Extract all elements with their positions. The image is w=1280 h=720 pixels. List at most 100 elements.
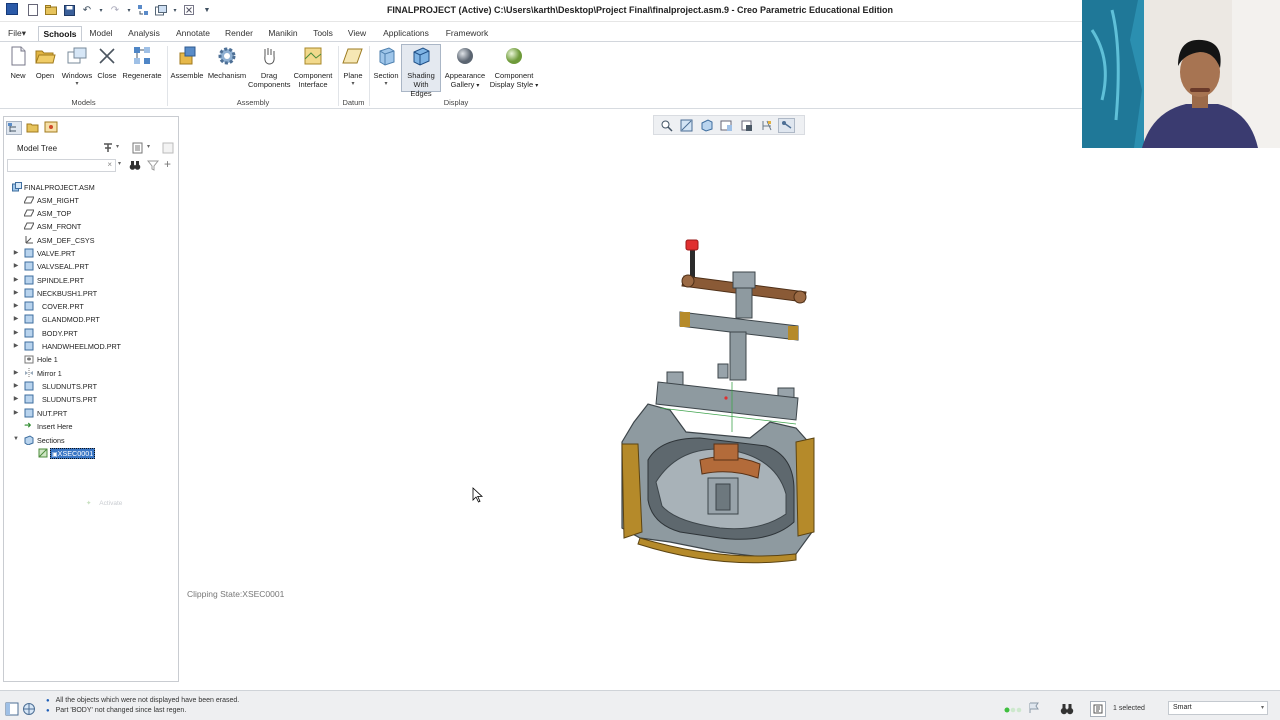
clear-search-icon[interactable]: × bbox=[107, 160, 112, 169]
valve-model-render[interactable] bbox=[600, 232, 830, 572]
tree-item-insert-here[interactable]: ➜ Insert Here bbox=[4, 421, 178, 433]
tab-tools[interactable]: Tools bbox=[310, 26, 336, 41]
tree-item-label: COVER.PRT bbox=[42, 302, 84, 311]
filter-icon[interactable] bbox=[146, 159, 160, 171]
selection-buffer-icon[interactable] bbox=[1090, 701, 1106, 717]
expand-arrow-icon[interactable]: ▶ bbox=[12, 276, 20, 283]
tree-item-part[interactable]: ▶ VALVE.PRT bbox=[4, 248, 178, 260]
regenerate-button[interactable]: Regenerate bbox=[121, 45, 163, 80]
chevron-down-icon[interactable]: ▾ bbox=[118, 160, 121, 167]
show-icon[interactable] bbox=[132, 142, 144, 154]
tree-item-part[interactable]: ▶ NUT.PRT bbox=[4, 408, 178, 420]
appearance-gallery-button[interactable]: Appearance Gallery ▾ bbox=[443, 45, 487, 91]
tab-view[interactable]: View bbox=[344, 26, 370, 41]
expand-arrow-icon[interactable]: ▶ bbox=[12, 342, 20, 349]
expand-arrow-icon[interactable]: ▶ bbox=[12, 315, 20, 322]
component-display-style-button[interactable]: Component Display Style ▾ bbox=[488, 45, 540, 91]
tree-item-sections[interactable]: ▼ Sections bbox=[4, 435, 178, 447]
plane-button[interactable]: Plane ▾ bbox=[340, 45, 366, 89]
expand-arrow-icon[interactable]: ▶ bbox=[12, 289, 20, 296]
browser-toggle-icon[interactable] bbox=[22, 702, 36, 716]
expand-arrow-icon[interactable]: ▶ bbox=[12, 262, 20, 269]
saved-orientations-icon[interactable] bbox=[698, 118, 715, 133]
windows-button[interactable]: Windows ▾ bbox=[60, 45, 94, 89]
chevron-down-icon: ▾ bbox=[1260, 705, 1264, 711]
tab-schools[interactable]: Schools bbox=[38, 26, 82, 41]
navigator-toggle-icon[interactable] bbox=[5, 702, 19, 716]
windows-label: Windows bbox=[61, 71, 93, 80]
datum-display-icon[interactable] bbox=[758, 118, 775, 133]
tab-manikin[interactable]: Manikin bbox=[264, 26, 302, 41]
refit-icon[interactable] bbox=[658, 118, 675, 133]
tab-framework[interactable]: Framework bbox=[440, 26, 494, 41]
tree-item-mirror[interactable]: ▶ Mirror 1 bbox=[4, 368, 178, 380]
tree-item-part[interactable]: ▶ SLUDNUTS.PRT bbox=[4, 381, 178, 393]
open-button[interactable]: Open bbox=[32, 45, 58, 80]
close-button[interactable]: Close bbox=[96, 45, 118, 80]
model-tree-tab[interactable] bbox=[6, 121, 22, 135]
tree-item-part[interactable]: ▶ SPINDLE.PRT bbox=[4, 275, 178, 287]
tree-item-part[interactable]: ▶ NECKBUSH1.PRT bbox=[4, 288, 178, 300]
flag-icon[interactable] bbox=[1028, 702, 1040, 714]
tab-model[interactable]: Model bbox=[86, 26, 116, 41]
expand-arrow-icon[interactable]: ▶ bbox=[12, 369, 20, 376]
activate-label: Activate bbox=[99, 500, 123, 507]
expand-arrow-icon[interactable]: ▶ bbox=[12, 382, 20, 389]
tree-settings-icon[interactable] bbox=[102, 142, 114, 154]
new-button[interactable]: New bbox=[6, 45, 30, 80]
chevron-down-icon[interactable]: ▾ bbox=[147, 143, 150, 150]
tree-item-datum-plane[interactable]: ASM_RIGHT bbox=[4, 195, 178, 207]
mechanism-button[interactable]: Mechanism bbox=[207, 45, 247, 80]
tab-render[interactable]: Render bbox=[222, 26, 256, 41]
tree-item-part[interactable]: ▶ HANDWHEELMOD.PRT bbox=[4, 341, 178, 353]
tree-item-label: Mirror 1 bbox=[37, 369, 62, 378]
tree-search-input[interactable]: × bbox=[7, 159, 116, 172]
view-manager-icon[interactable] bbox=[718, 118, 735, 133]
tree-item-datum-plane[interactable]: ASM_TOP bbox=[4, 208, 178, 220]
tree-item-xsec-selected[interactable]: ▣XSEC0001 bbox=[4, 448, 178, 460]
tree-columns-icon[interactable] bbox=[162, 142, 174, 154]
tab-analysis[interactable]: Analysis bbox=[124, 26, 164, 41]
annotation-display-icon[interactable] bbox=[778, 117, 795, 133]
collapse-arrow-icon[interactable]: ▼ bbox=[12, 436, 20, 442]
favorites-tab[interactable] bbox=[44, 121, 60, 135]
expand-arrow-icon[interactable]: ▶ bbox=[12, 409, 20, 416]
ribbon-tabs: File▾ Schools Model Analysis Annotate Re… bbox=[0, 26, 1082, 41]
section-button[interactable]: Section ▾ bbox=[372, 45, 400, 89]
part-icon bbox=[24, 408, 34, 418]
tree-item-datum-plane[interactable]: ASM_FRONT bbox=[4, 221, 178, 233]
chevron-down-icon[interactable]: ▾ bbox=[116, 143, 119, 150]
tree-item-part[interactable]: ▶ VALVSEAL.PRT bbox=[4, 261, 178, 273]
expand-arrow-icon[interactable]: ▶ bbox=[12, 329, 20, 336]
status-bar: ● All the objects which were not display… bbox=[0, 690, 1280, 720]
bullet-icon: ● bbox=[46, 698, 50, 704]
tab-file[interactable]: File▾ bbox=[4, 26, 30, 41]
tree-item-part[interactable]: ▶ BODY.PRT bbox=[4, 328, 178, 340]
display-style-icon[interactable] bbox=[738, 118, 755, 133]
tree-item-part[interactable]: ▶ GLANDMOD.PRT bbox=[4, 314, 178, 326]
tab-annotate[interactable]: Annotate bbox=[172, 26, 214, 41]
mouse-cursor bbox=[472, 487, 484, 503]
expand-arrow-icon[interactable]: ▶ bbox=[12, 395, 20, 402]
zoom-in-icon[interactable] bbox=[678, 118, 695, 133]
find-binoculars-icon[interactable] bbox=[129, 159, 141, 171]
expand-arrow-icon[interactable]: ▶ bbox=[12, 302, 20, 309]
close-icon bbox=[99, 48, 115, 64]
tab-applications[interactable]: Applications bbox=[378, 26, 434, 41]
drag-components-button[interactable]: Drag Components bbox=[248, 45, 291, 89]
tree-item-csys[interactable]: ASM_DEF_CSYS bbox=[4, 235, 178, 247]
add-icon[interactable]: + bbox=[164, 157, 171, 171]
expand-arrow-icon[interactable]: ▶ bbox=[12, 249, 20, 256]
folder-browser-tab[interactable] bbox=[26, 121, 42, 135]
tree-item-hole[interactable]: Hole 1 bbox=[4, 354, 178, 366]
assemble-button[interactable]: Assemble bbox=[170, 45, 204, 80]
tree-item-root[interactable]: FINALPROJECT.ASM bbox=[4, 182, 178, 194]
shading-with-edges-button[interactable]: Shading With Edges bbox=[401, 44, 441, 98]
coordinate-system-icon bbox=[25, 236, 33, 244]
tree-item-label: SPINDLE.PRT bbox=[37, 276, 84, 285]
selection-filter-dropdown[interactable]: Smart ▾ bbox=[1168, 701, 1268, 715]
component-interface-button[interactable]: Component Interface bbox=[292, 45, 334, 89]
tree-item-part[interactable]: ▶ SLUDNUTS.PRT bbox=[4, 394, 178, 406]
tree-item-part[interactable]: ▶ COVER.PRT bbox=[4, 301, 178, 313]
find-binoculars-icon[interactable] bbox=[1060, 702, 1074, 716]
